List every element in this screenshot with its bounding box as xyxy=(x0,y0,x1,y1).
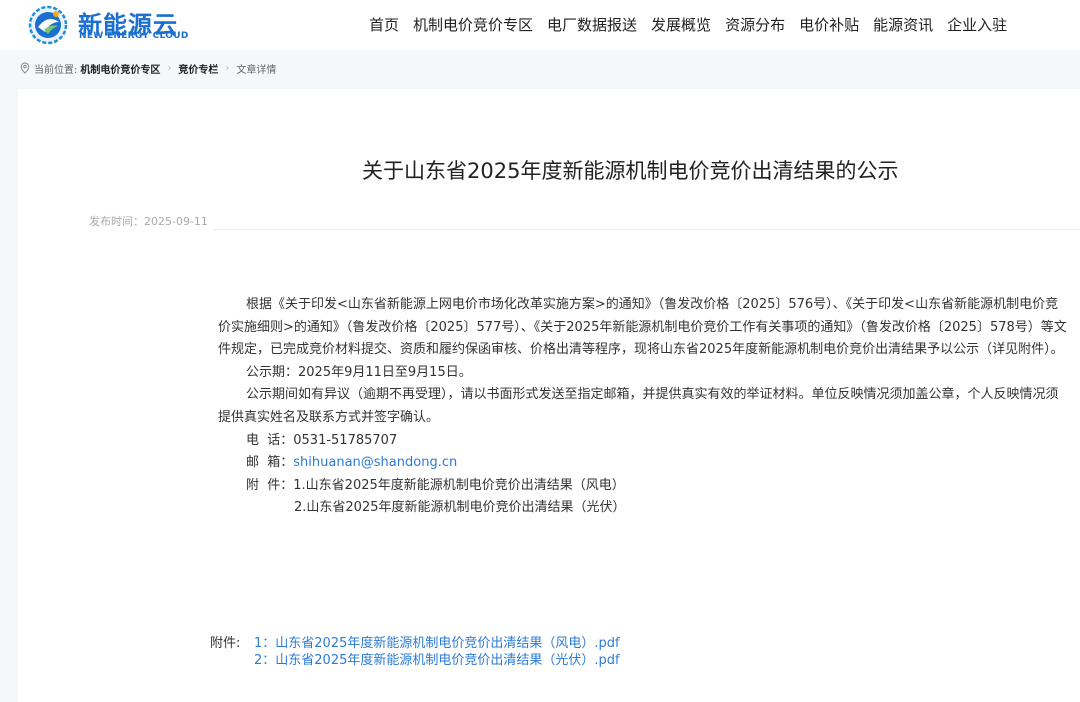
nav-item-bidding-zone[interactable]: 机制电价竞价专区 xyxy=(406,14,540,36)
nav-item-enterprise[interactable]: 企业入驻 xyxy=(940,14,1014,36)
article-paragraph: 公示期：2025年9月11日至9月15日。 xyxy=(246,364,472,380)
contact-email-row: 邮 箱：shihuanan@shandong.cn xyxy=(218,452,1068,475)
phone-value: 0531-51785707 xyxy=(293,432,398,448)
breadcrumb: 当前位置: 机制电价竞价专区 › 竞价专栏 › 文章详情 xyxy=(20,60,276,76)
chevron-right-icon: › xyxy=(167,62,172,74)
article-card: 关于山东省2025年度新能源机制电价竞价出清结果的公示 发布时间：2025-09… xyxy=(18,89,1080,702)
chevron-right-icon: › xyxy=(225,62,230,74)
breadcrumb-prefix: 当前位置: xyxy=(34,64,78,76)
attachment-list-row: 附 件：1.山东省2025年度新能源机制电价竞价出清结果（风电） xyxy=(218,475,1068,498)
site-logo[interactable]: 新能源云 NEW ENERGY CLOUD xyxy=(26,2,196,46)
nav-item-subsidy[interactable]: 电价补贴 xyxy=(792,14,866,36)
attachment-label: 附 件： xyxy=(246,477,294,493)
breadcrumb-item-bidding-column[interactable]: 竞价专栏 xyxy=(178,61,218,76)
breadcrumb-item-bidding-zone[interactable]: 机制电价竞价专区 xyxy=(80,61,160,76)
article-title: 关于山东省2025年度新能源机制电价竞价出清结果的公示 xyxy=(362,159,899,183)
phone-label: 电 话： xyxy=(246,432,294,448)
divider xyxy=(214,229,1080,230)
site-header: 新能源云 NEW ENERGY CLOUD 首页 机制电价竞价专区 电厂数据报送… xyxy=(0,0,1080,50)
article-paragraph: 根据《关于印发<山东省新能源上网电价市场化改革实施方案>的通知》（鲁发改价格〔2… xyxy=(218,297,1067,358)
publish-time: 发布时间：2025-09-11 xyxy=(89,215,208,228)
breadcrumb-item-current: 文章详情 xyxy=(236,64,277,76)
files-label: 附件: xyxy=(210,636,241,651)
nav-item-plant-data[interactable]: 电厂数据报送 xyxy=(540,14,644,36)
attachment-item: 1.山东省2025年度新能源机制电价竞价出清结果（风电） xyxy=(293,477,625,493)
location-pin-icon xyxy=(20,62,30,74)
main-nav: 首页 机制电价竞价专区 电厂数据报送 发展概览 资源分布 电价补贴 能源资讯 企… xyxy=(362,14,1014,36)
logo-subtitle: NEW ENERGY CLOUD xyxy=(79,31,189,41)
email-link[interactable]: shihuanan@shandong.cn xyxy=(293,455,457,470)
contact-phone-row: 电 话：0531-51785707 xyxy=(218,430,1068,453)
file-row: 附件: 1：山东省2025年度新能源机制电价竞价出清结果（风电）.pdf xyxy=(210,635,620,652)
logo-mark-icon xyxy=(28,5,68,45)
article-body: 根据《关于印发<山东省新能源上网电价市场化改革实施方案>的通知》（鲁发改价格〔2… xyxy=(218,294,1068,520)
file-link-solar[interactable]: 2：山东省2025年度新能源机制电价竞价出清结果（光伏）.pdf xyxy=(254,652,620,669)
nav-item-home[interactable]: 首页 xyxy=(362,14,406,36)
nav-item-overview[interactable]: 发展概览 xyxy=(644,14,718,36)
email-label: 邮 箱： xyxy=(246,455,294,471)
attachment-item: 2.山东省2025年度新能源机制电价竞价出清结果（光伏） xyxy=(294,500,626,516)
nav-item-resources[interactable]: 资源分布 xyxy=(718,14,792,36)
article-paragraph: 公示期间如有异议（逾期不再受理），请以书面形式发送至指定邮箱，并提供真实有效的举… xyxy=(218,387,1059,425)
file-downloads: 附件: 1：山东省2025年度新能源机制电价竞价出清结果（风电）.pdf 2：山… xyxy=(210,635,620,669)
nav-item-news[interactable]: 能源资讯 xyxy=(866,14,940,36)
file-link-wind[interactable]: 1：山东省2025年度新能源机制电价竞价出清结果（风电）.pdf xyxy=(254,635,620,652)
file-row: 2：山东省2025年度新能源机制电价竞价出清结果（光伏）.pdf xyxy=(210,652,620,669)
